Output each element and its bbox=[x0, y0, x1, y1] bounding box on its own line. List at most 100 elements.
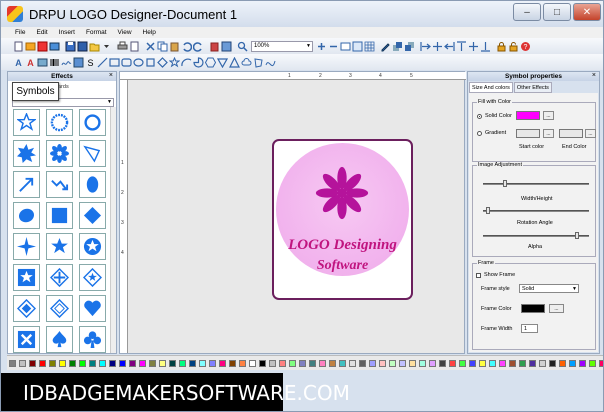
logo-text-line1[interactable]: LOGO Designing bbox=[274, 237, 411, 254]
palette-color-swatch[interactable] bbox=[469, 359, 476, 367]
rotation-slider-thumb[interactable] bbox=[486, 207, 490, 214]
copy-icon[interactable] bbox=[157, 41, 168, 52]
curve-tool-icon[interactable] bbox=[265, 57, 276, 68]
symbol-diamond-frame[interactable] bbox=[13, 295, 40, 322]
barcode-tool-icon[interactable] bbox=[49, 57, 60, 68]
flower-symbol[interactable] bbox=[314, 165, 370, 221]
logo-text-line2[interactable]: Software bbox=[274, 258, 411, 274]
palette-color-swatch[interactable] bbox=[259, 359, 266, 367]
zoom-out-icon[interactable] bbox=[328, 41, 339, 52]
align-top-icon[interactable] bbox=[456, 40, 467, 52]
palette-color-swatch[interactable] bbox=[309, 359, 316, 367]
menu-format[interactable]: Format bbox=[86, 29, 107, 36]
delete-icon[interactable] bbox=[209, 41, 220, 52]
template-icon[interactable] bbox=[37, 41, 48, 52]
palette-color-swatch[interactable] bbox=[239, 359, 246, 367]
palette-color-swatch[interactable] bbox=[439, 359, 446, 367]
arc-tool-icon[interactable] bbox=[181, 57, 192, 68]
grid-icon[interactable] bbox=[364, 41, 375, 52]
paste-icon[interactable] bbox=[169, 41, 180, 52]
star-tool-icon[interactable] bbox=[169, 56, 180, 68]
palette-color-swatch[interactable] bbox=[299, 359, 306, 367]
close-button[interactable]: ✕ bbox=[573, 3, 601, 21]
rounded-rect-tool-icon[interactable] bbox=[121, 57, 132, 68]
frame-color-browse-button[interactable]: ... bbox=[549, 304, 564, 313]
palette-color-swatch[interactable] bbox=[109, 359, 116, 367]
square-tool-icon[interactable] bbox=[145, 57, 156, 68]
symbol-oval[interactable] bbox=[13, 202, 40, 229]
solid-color-radio[interactable] bbox=[477, 114, 482, 119]
rotation-slider-track[interactable] bbox=[483, 210, 589, 212]
diamond-tool-icon[interactable] bbox=[157, 56, 168, 68]
polygon-tool-icon[interactable] bbox=[253, 57, 264, 68]
palette-color-swatch[interactable] bbox=[129, 359, 136, 367]
symbol-cross-diamond[interactable] bbox=[46, 264, 73, 291]
alpha-slider-thumb[interactable] bbox=[575, 232, 579, 239]
palette-color-swatch[interactable] bbox=[169, 359, 176, 367]
palette-color-swatch[interactable] bbox=[69, 359, 76, 367]
unlock-icon[interactable] bbox=[508, 41, 519, 52]
align-middle-icon[interactable] bbox=[468, 41, 479, 52]
symbol-star-square[interactable] bbox=[13, 264, 40, 291]
palette-color-swatch[interactable] bbox=[499, 359, 506, 367]
tab-other-effects[interactable]: ards bbox=[58, 84, 69, 90]
palette-color-swatch[interactable] bbox=[589, 359, 596, 367]
symbol-square[interactable] bbox=[46, 202, 73, 229]
design-canvas[interactable]: 1 2 3 4 5 1 2 3 4 LOGO Designing Softwar… bbox=[119, 71, 466, 354]
width-height-slider-thumb[interactable] bbox=[503, 180, 507, 187]
palette-color-swatch[interactable] bbox=[479, 359, 486, 367]
symbol-ring[interactable] bbox=[46, 109, 73, 136]
menu-help[interactable]: Help bbox=[143, 29, 156, 36]
redo-icon[interactable] bbox=[193, 41, 204, 52]
palette-color-swatch[interactable] bbox=[529, 359, 536, 367]
fit-window-icon[interactable] bbox=[352, 41, 363, 52]
tab-symbols[interactable]: Symbols bbox=[12, 82, 59, 101]
symbol-arrow-zigzag[interactable] bbox=[46, 171, 73, 198]
palette-color-swatch[interactable] bbox=[429, 359, 436, 367]
help-icon[interactable]: ? bbox=[520, 41, 531, 52]
export-icon[interactable] bbox=[49, 41, 60, 52]
palette-color-swatch[interactable] bbox=[219, 359, 226, 367]
properties-icon[interactable] bbox=[221, 41, 232, 52]
open-wizard-icon[interactable] bbox=[25, 41, 36, 52]
logo-design[interactable]: LOGO Designing Software bbox=[272, 139, 413, 300]
palette-color-swatch[interactable] bbox=[579, 359, 586, 367]
palette-color-swatch[interactable] bbox=[389, 359, 396, 367]
palette-color-swatch[interactable] bbox=[119, 359, 126, 367]
symbol-sparkle[interactable] bbox=[13, 233, 40, 260]
ellipse-tool-icon[interactable] bbox=[133, 57, 144, 68]
palette-color-swatch[interactable] bbox=[519, 359, 526, 367]
palette-color-swatch[interactable] bbox=[269, 359, 276, 367]
palette-color-swatch[interactable] bbox=[199, 359, 206, 367]
symbol-starburst[interactable] bbox=[13, 140, 40, 167]
end-color-swatch[interactable] bbox=[559, 129, 583, 138]
alpha-slider-track[interactable] bbox=[483, 235, 589, 237]
print-preview-icon[interactable] bbox=[129, 41, 140, 52]
wordart-tool-icon[interactable]: A bbox=[25, 57, 36, 68]
palette-color-swatch[interactable] bbox=[359, 359, 366, 367]
new-document-icon[interactable] bbox=[13, 41, 24, 52]
menu-file[interactable]: File bbox=[15, 29, 25, 36]
symbol-spade[interactable] bbox=[46, 326, 73, 353]
width-height-slider-track[interactable] bbox=[483, 183, 589, 185]
palette-color-swatch[interactable] bbox=[279, 359, 286, 367]
frame-color-swatch[interactable] bbox=[521, 304, 545, 313]
solid-color-swatch[interactable] bbox=[516, 111, 540, 120]
signature-tool-icon[interactable] bbox=[61, 57, 72, 68]
zoom-select[interactable]: 100% ▼ bbox=[251, 40, 313, 52]
properties-close-icon[interactable]: × bbox=[592, 72, 596, 79]
palette-color-swatch[interactable] bbox=[89, 359, 96, 367]
rectangle-tool-icon[interactable] bbox=[109, 57, 120, 68]
symbol-flower[interactable] bbox=[46, 140, 73, 167]
palette-color-swatch[interactable] bbox=[139, 359, 146, 367]
align-left-icon[interactable] bbox=[420, 41, 431, 52]
palette-color-swatch[interactable] bbox=[379, 359, 386, 367]
palette-color-swatch[interactable] bbox=[549, 359, 556, 367]
symbol-star-diamond[interactable] bbox=[79, 264, 106, 291]
palette-color-swatch[interactable] bbox=[509, 359, 516, 367]
palette-color-swatch[interactable] bbox=[9, 359, 16, 367]
symbol-club[interactable] bbox=[79, 326, 106, 353]
tab-other-effects-props[interactable]: Other Effects bbox=[513, 82, 552, 93]
palette-color-swatch[interactable] bbox=[329, 359, 336, 367]
palette-color-swatch[interactable] bbox=[489, 359, 496, 367]
